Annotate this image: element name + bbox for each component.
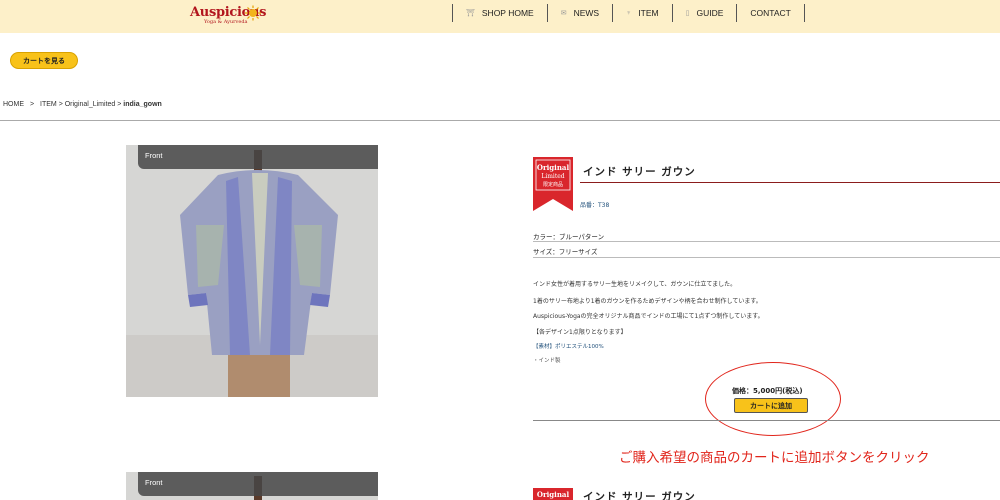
header-bar: Auspicious Yoga & Ayurveda ⛩ SHOP HOME ✉… bbox=[0, 0, 1000, 33]
product-price: 価格：5,000円(税込) bbox=[732, 387, 803, 395]
product-size: サイズ：フリーサイズ bbox=[533, 248, 598, 256]
item-icon: ♆ bbox=[626, 9, 632, 17]
logo-subtitle: Yoga & Ayurveda bbox=[204, 19, 248, 25]
product-title: インド サリー ガウン bbox=[583, 491, 696, 500]
divider bbox=[0, 120, 1000, 121]
breadcrumb-separator: > bbox=[29, 101, 35, 108]
nav-item[interactable]: ♆ ITEM bbox=[613, 8, 672, 18]
original-limited-badge: Original Limited 限定商品 bbox=[533, 157, 573, 211]
main-nav: ⛩ SHOP HOME ✉ NEWS ♆ ITEM ▯ GUIDE CONTAC… bbox=[452, 4, 805, 22]
nav-label: ITEM bbox=[638, 8, 659, 18]
description-line: 【各デザイン1点限りとなります】 bbox=[533, 329, 627, 336]
breadcrumb-item[interactable]: ITEM bbox=[40, 101, 57, 108]
breadcrumb: HOME > ITEM > Original_Limited > india_g… bbox=[3, 101, 162, 108]
description-line: Auspicious-Yogaの完全オリジナル商品でインドの工場にて1点ずつ制作… bbox=[533, 313, 764, 320]
badge-line-3: 限定商品 bbox=[543, 181, 563, 188]
nav-label: NEWS bbox=[573, 8, 600, 18]
material-line: 【素材】ポリエステル100% bbox=[533, 344, 604, 350]
view-cart-button[interactable]: カートを見る bbox=[10, 52, 78, 69]
badge-line-1: Original bbox=[537, 163, 570, 172]
description-line: 1着のサリー布地より1着のガウンを作るためデザインや柄を合わせ制作しています。 bbox=[533, 298, 762, 305]
product-color: カラー：ブルーパターン bbox=[533, 233, 605, 241]
photo-label: Front bbox=[138, 145, 378, 169]
nav-label: CONTACT bbox=[750, 8, 791, 18]
nav-label: SHOP HOME bbox=[481, 8, 534, 18]
site-logo[interactable]: Auspicious Yoga & Ayurveda bbox=[190, 5, 266, 28]
instruction-annotation: ご購入希望の商品のカートに追加ボタンをクリック bbox=[619, 450, 930, 466]
original-limited-badge: Original bbox=[533, 488, 573, 500]
breadcrumb-current: india_gown bbox=[123, 101, 162, 108]
product-title: インド サリー ガウン bbox=[583, 166, 696, 178]
nav-contact[interactable]: CONTACT bbox=[737, 8, 803, 18]
badge-line-2: Limited bbox=[541, 173, 564, 180]
divider bbox=[533, 420, 1000, 421]
title-underline bbox=[580, 182, 1000, 183]
product-sku: 品番：T38 bbox=[580, 202, 610, 209]
origin-line: ・インド製 bbox=[533, 358, 561, 364]
nav-shop-home[interactable]: ⛩ SHOP HOME bbox=[453, 8, 547, 18]
nav-guide[interactable]: ▯ GUIDE bbox=[673, 8, 737, 18]
divider bbox=[533, 241, 1000, 242]
guide-icon: ▯ bbox=[685, 10, 690, 17]
product-photo[interactable]: Front bbox=[126, 145, 378, 397]
nav-news[interactable]: ✉ NEWS bbox=[548, 8, 612, 18]
badge-line-1: Original bbox=[537, 490, 570, 499]
product-photo[interactable]: Front bbox=[126, 472, 378, 500]
breadcrumb-home[interactable]: HOME bbox=[3, 101, 24, 108]
photo-label: Front bbox=[138, 472, 378, 496]
breadcrumb-category[interactable]: > Original_Limited > bbox=[59, 101, 122, 108]
shop-icon: ⛩ bbox=[466, 10, 475, 17]
gown-image bbox=[126, 145, 378, 397]
nav-label: GUIDE bbox=[696, 8, 724, 18]
description-line: インド女性が着用するサリー生地をリメイクして、ガウンに仕立てました。 bbox=[533, 281, 737, 288]
add-to-cart-button[interactable]: カートに追加 bbox=[734, 398, 808, 413]
divider bbox=[533, 257, 1000, 258]
sun-icon bbox=[245, 5, 261, 21]
nav-divider bbox=[803, 4, 805, 22]
news-icon: ✉ bbox=[560, 10, 567, 17]
